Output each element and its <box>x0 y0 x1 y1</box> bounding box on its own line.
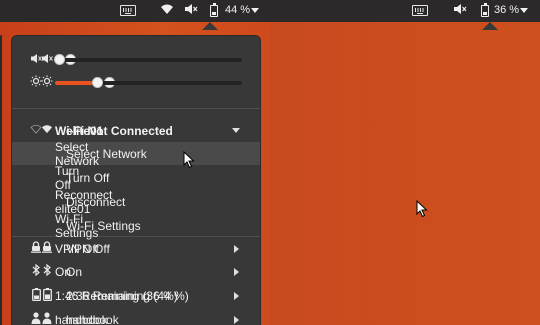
battery-icon <box>29 287 43 304</box>
brightness-slider-knob[interactable] <box>92 77 103 88</box>
submenu-item-disconnect[interactable]: Disconnect <box>12 190 260 213</box>
chevron-right-icon <box>234 267 239 276</box>
volume-slider-knob[interactable] <box>54 54 65 65</box>
chevron-down-icon[interactable] <box>520 8 528 13</box>
user-icon <box>29 312 43 325</box>
top-panel: 36 % <box>270 0 540 22</box>
battery-percent[interactable]: 44 % <box>225 4 250 16</box>
submenu-item-turn-off[interactable]: Turn Off <box>12 166 260 189</box>
vpn-label: VPN Off <box>55 241 99 256</box>
chevron-right-icon <box>234 291 239 300</box>
wifi-icon[interactable] <box>160 3 174 19</box>
battery-icon[interactable] <box>210 3 218 21</box>
submenu-item-label: Wi-Fi Settings <box>55 211 99 240</box>
volume-muted-icon[interactable] <box>453 3 467 19</box>
volume-slider[interactable] <box>54 54 229 65</box>
chevron-right-icon <box>234 315 239 324</box>
brightness-slider[interactable] <box>55 77 229 88</box>
bluetooth-label: On <box>55 264 72 279</box>
system-menu: elite01 Select Network Turn Off Disconne… <box>11 35 261 325</box>
power-label: 1:46 Remaining (36 %) <box>55 288 178 303</box>
brightness-icon <box>29 75 43 90</box>
user-row[interactable]: handbook <box>12 308 260 325</box>
submenu-item-wifi-settings[interactable]: Wi-Fi Settings <box>12 214 260 237</box>
bluetooth-row[interactable]: On <box>12 260 260 283</box>
chevron-down-icon[interactable] <box>251 8 259 13</box>
system-menu: Wi-Fi Not Connected Select Network Turn … <box>0 35 229 325</box>
user-label: handbook <box>55 312 108 325</box>
separator <box>12 108 260 109</box>
volume-muted-icon[interactable] <box>184 3 198 19</box>
keyboard-icon[interactable] <box>120 5 136 16</box>
menu-pointer <box>202 22 218 30</box>
right-screenshot: 36 % <box>270 0 540 325</box>
chevron-right-icon <box>234 244 239 253</box>
battery-percent[interactable]: 36 % <box>494 4 519 16</box>
chevron-down-icon <box>232 128 240 133</box>
top-panel: 44 % <box>0 0 270 22</box>
wifi-network-label: Wi-Fi Not Connected <box>55 123 173 138</box>
submenu-item-select-network[interactable]: Select Network <box>12 142 260 165</box>
vpn-row[interactable]: VPN Off <box>12 237 260 260</box>
menu-pointer <box>482 22 498 30</box>
wifi-icon <box>29 124 43 137</box>
volume-muted-icon <box>29 53 43 67</box>
bluetooth-icon <box>29 263 43 279</box>
battery-icon[interactable] <box>481 3 489 21</box>
keyboard-icon[interactable] <box>412 5 428 16</box>
vpn-lock-icon <box>29 241 43 256</box>
